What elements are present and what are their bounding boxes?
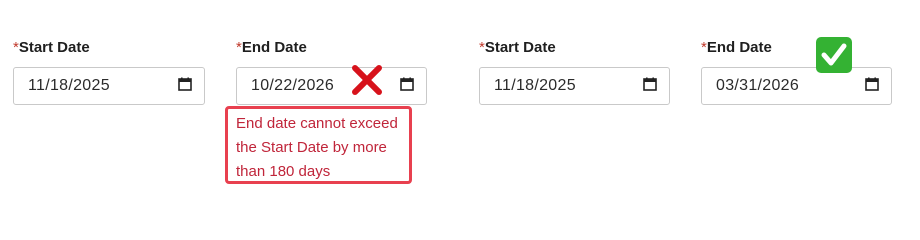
right-start-date-label: *Start Date xyxy=(479,38,556,58)
calendar-icon[interactable] xyxy=(643,77,657,96)
right-start-date-label-text: Start Date xyxy=(484,39,556,56)
right-start-date-value: 11/18/2025 xyxy=(494,77,576,94)
right-end-date-field: *End Date 03/31/2026 xyxy=(701,38,892,105)
right-end-date-input[interactable]: 03/31/2026 xyxy=(701,67,892,105)
left-end-date-input[interactable]: 10/22/2026 xyxy=(236,67,427,105)
left-start-date-label: *Start Date xyxy=(13,38,90,58)
red-x-icon xyxy=(350,63,384,97)
left-start-date-value: 11/18/2025 xyxy=(28,77,110,94)
calendar-icon[interactable] xyxy=(178,77,192,96)
calendar-icon[interactable] xyxy=(400,77,414,96)
left-end-date-label-text: End Date xyxy=(241,39,307,56)
error-message: End date cannot exceed the Start Date by… xyxy=(225,106,412,184)
right-end-date-label: *End Date xyxy=(701,38,772,58)
right-end-date-value: 03/31/2026 xyxy=(716,77,800,94)
right-end-date-label-text: End Date xyxy=(706,39,772,56)
left-start-date-label-text: Start Date xyxy=(18,39,90,56)
left-start-date-field: *Start Date 11/18/2025 xyxy=(13,38,205,105)
left-end-date-label: *End Date xyxy=(236,38,307,58)
calendar-icon[interactable] xyxy=(865,77,879,96)
green-check-icon xyxy=(815,36,853,74)
right-start-date-field: *Start Date 11/18/2025 xyxy=(479,38,670,105)
left-start-date-input[interactable]: 11/18/2025 xyxy=(13,67,205,105)
right-start-date-input[interactable]: 11/18/2025 xyxy=(479,67,670,105)
left-end-date-field: *End Date 10/22/2026 xyxy=(236,38,427,105)
